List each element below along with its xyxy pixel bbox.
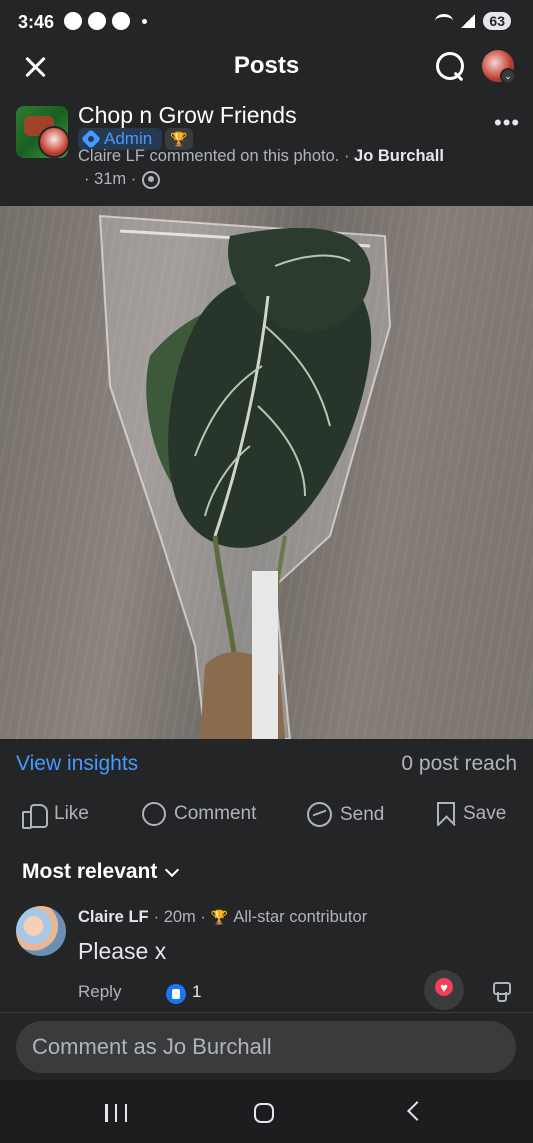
notification-icons bbox=[64, 12, 147, 30]
activity-line: Claire LF commented on this photo. · Jo … bbox=[78, 147, 444, 166]
post-reach: 0 post reach bbox=[401, 752, 517, 775]
commenter-avatar[interactable] bbox=[16, 906, 66, 956]
author-avatar[interactable] bbox=[38, 126, 70, 158]
contributor-badge: All-star contributor bbox=[233, 908, 368, 926]
back-icon[interactable] bbox=[407, 1101, 427, 1121]
more-options-icon[interactable]: ••• bbox=[494, 110, 520, 136]
chevron-down-icon bbox=[165, 862, 180, 877]
comment-input[interactable]: Comment as Jo Burchall bbox=[16, 1021, 516, 1073]
recents-icon[interactable] bbox=[105, 1104, 127, 1122]
post-time[interactable]: · 31m · bbox=[84, 170, 136, 189]
status-bar: 3:46 63 bbox=[0, 0, 533, 44]
chevron-down-icon[interactable]: ⌄ bbox=[500, 68, 516, 84]
audience-icon bbox=[142, 170, 161, 189]
save-label: Save bbox=[463, 803, 507, 824]
love-reaction-icon[interactable] bbox=[424, 970, 464, 1010]
activity-text: Claire LF commented on this photo. · bbox=[78, 147, 355, 165]
comment-text: Please x bbox=[78, 938, 167, 964]
bookmark-icon bbox=[437, 802, 455, 826]
comment-label: Comment bbox=[174, 803, 257, 824]
threads-icon bbox=[64, 12, 82, 30]
group-name[interactable]: Chop n Grow Friends bbox=[78, 102, 297, 129]
comment-time: · 20m · bbox=[153, 908, 206, 926]
reaction-count[interactable]: 1 bbox=[192, 982, 201, 1002]
signal-icon bbox=[461, 14, 476, 28]
sort-label: Most relevant bbox=[22, 860, 158, 883]
save-button[interactable]: Save bbox=[437, 802, 506, 826]
post-author[interactable]: Jo Burchall bbox=[354, 147, 444, 165]
commenter-name[interactable]: Claire LF bbox=[78, 908, 149, 927]
admin-shield-icon bbox=[81, 129, 101, 149]
system-icons: 63 bbox=[435, 12, 511, 30]
trophy-icon: 🏆 bbox=[210, 909, 229, 925]
home-icon[interactable] bbox=[254, 1103, 274, 1123]
insights-row: View insights 0 post reach bbox=[0, 746, 533, 786]
like-label: Like bbox=[54, 803, 89, 824]
top-navigation: Posts ⌄ bbox=[0, 44, 533, 90]
comment-bubble-icon bbox=[142, 802, 166, 826]
wifi-icon bbox=[435, 14, 454, 28]
search-icon[interactable] bbox=[436, 52, 466, 82]
system-navigation-bar bbox=[0, 1080, 533, 1143]
reply-button[interactable]: Reply bbox=[78, 982, 121, 1002]
admin-label: Admin bbox=[104, 129, 153, 148]
send-label: Send bbox=[340, 803, 385, 825]
comment-button[interactable]: Comment bbox=[142, 802, 256, 826]
comment-meta: Claire LF · 20m · 🏆 All-star contributor bbox=[78, 908, 367, 927]
post-header: Chop n Grow Friends Admin 🏆 Claire LF co… bbox=[0, 98, 533, 198]
post-photo[interactable] bbox=[0, 206, 533, 739]
post-time-line: · 31m · bbox=[84, 170, 161, 189]
like-button[interactable]: Like bbox=[22, 802, 89, 829]
comment-composer: Comment as Jo Burchall bbox=[0, 1012, 533, 1080]
status-time: 3:46 bbox=[18, 12, 55, 32]
plant-photo bbox=[98, 214, 392, 739]
like-reaction-icon[interactable] bbox=[166, 984, 186, 1004]
send-button[interactable]: Send bbox=[307, 802, 384, 827]
battery-icon: 63 bbox=[483, 12, 511, 30]
view-insights-link[interactable]: View insights bbox=[16, 752, 138, 776]
thumbs-up-icon bbox=[22, 802, 48, 829]
messenger-icon bbox=[307, 802, 332, 827]
post-actions: Like Comment Send Save bbox=[0, 796, 533, 840]
comments-sort-dropdown[interactable]: Most relevant bbox=[22, 860, 180, 884]
downvote-icon[interactable] bbox=[490, 980, 512, 1002]
shop-icon bbox=[88, 12, 106, 30]
facebook-icon bbox=[112, 12, 130, 30]
more-notifications-icon bbox=[142, 18, 147, 24]
comment-item: Claire LF · 20m · 🏆 All-star contributor… bbox=[0, 900, 533, 1010]
